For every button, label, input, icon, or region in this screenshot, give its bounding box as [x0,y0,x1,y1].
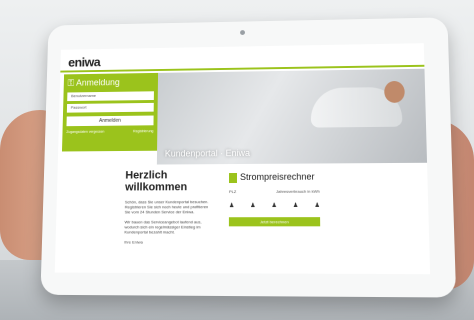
person-icon[interactable]: ♟ [229,202,234,209]
forgot-link[interactable]: Zugangsdaten vergessen [66,130,104,134]
person-icon[interactable]: ♟ [293,202,299,209]
calculator-labels: PLZ Jahresverbrauch in kWh [229,188,320,193]
tablet-screen: eniwa ⚿ Anmeldung Benutzername Passwort … [54,43,431,275]
plz-label: PLZ [228,188,237,194]
welcome-signature: Ihre Eniwa [124,239,143,245]
person-icon[interactable]: ♟ [314,201,320,208]
hero-photo: Kundenportal · Eniwa [156,68,428,165]
calculator-icon [228,172,238,183]
camera-icon [240,30,245,35]
login-button[interactable]: Anmelden [66,115,154,127]
consumption-label: Jahresverbrauch in kWh [276,188,320,194]
person-icon[interactable]: ♟ [250,202,255,209]
welcome-section: Herzlich willkommen Schön, dass Sie unse… [124,169,210,244]
logo: eniwa [68,54,101,70]
calculator-title: Strompreisrechner [228,172,320,183]
register-link[interactable]: Registrierung [133,129,153,133]
household-size-selector: ♟ ♟ ♟ ♟ ♟ [229,201,320,208]
welcome-paragraph-1: Schön, dass Sie unser Kundenportal besuc… [124,199,209,215]
tablet: eniwa ⚿ Anmeldung Benutzername Passwort … [40,17,457,298]
username-field[interactable]: Benutzername [67,91,154,102]
price-calculator: Strompreisrechner PLZ Jahresverbrauch in… [228,172,321,226]
password-field[interactable]: Passwort [66,102,154,113]
login-links: Zugangsdaten vergessen Registrierung [66,129,153,134]
person-icon[interactable]: ♟ [271,202,276,209]
photo-scene: eniwa ⚿ Anmeldung Benutzername Passwort … [0,0,474,320]
calculate-button[interactable]: Jetzt berechnen [228,216,321,226]
hero-person-head [384,80,405,103]
login-title: ⚿ Anmeldung [67,77,120,88]
key-icon: ⚿ [67,78,77,88]
welcome-paragraph-2: Wir bauen das Serviceangebot laufend aus… [124,219,202,235]
login-panel: ⚿ Anmeldung Benutzername Passwort Anmeld… [61,72,159,152]
welcome-heading: Herzlich willkommen [125,169,188,194]
hero-caption: Kundenportal · Eniwa [164,148,251,159]
